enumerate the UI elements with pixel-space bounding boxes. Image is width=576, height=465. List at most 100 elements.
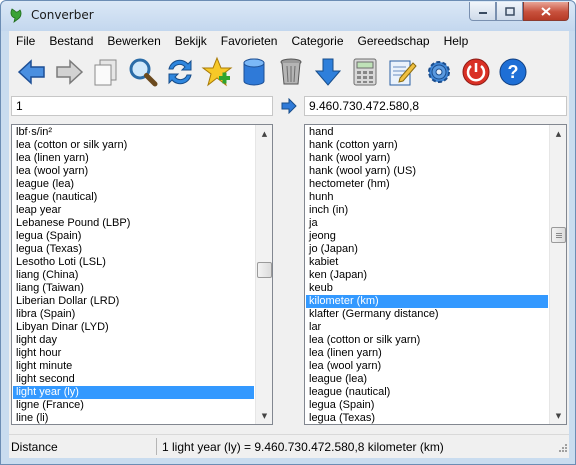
list-item[interactable]: lea (linen yarn): [13, 152, 254, 165]
to-value-output[interactable]: 9.460.730.472.580,8: [304, 96, 567, 116]
list-item[interactable]: klafter (Germany distance): [306, 308, 548, 321]
menu-bar: File Bestand Bewerken Bekijk Favorieten …: [9, 31, 569, 50]
list-item[interactable]: league (nautical): [306, 386, 548, 399]
settings-gear-icon: [427, 61, 450, 83]
from-list-scrollbar[interactable]: ▲ ▼: [255, 125, 272, 424]
list-item[interactable]: kilometer (km): [306, 295, 548, 308]
search-button[interactable]: [124, 53, 161, 91]
list-item[interactable]: legua (Spain): [13, 230, 254, 243]
list-item[interactable]: keub: [306, 282, 548, 295]
menu-bewerken[interactable]: Bewerken: [100, 31, 167, 50]
maximize-icon: [504, 6, 515, 16]
notepad-button[interactable]: [383, 53, 420, 91]
list-item[interactable]: line (li): [13, 412, 254, 424]
list-item[interactable]: Libyan Dinar (LYD): [13, 321, 254, 334]
list-item[interactable]: light year (ly): [13, 386, 254, 399]
from-unit-list[interactable]: lbf·s/in² lea (cotton or silk yarn) lea (l…: [11, 124, 273, 425]
trash-icon: [280, 58, 301, 85]
list-item[interactable]: light minute: [13, 360, 254, 373]
download-button[interactable]: [309, 53, 346, 91]
exit-button[interactable]: [457, 53, 494, 91]
list-item[interactable]: inch (in): [306, 204, 548, 217]
list-item[interactable]: league (nautical): [13, 191, 254, 204]
list-item[interactable]: kabiet: [306, 256, 548, 269]
list-item[interactable]: lea (cotton or silk yarn): [13, 139, 254, 152]
list-item[interactable]: light second: [13, 373, 254, 386]
scroll-down-arrow-icon[interactable]: ▼: [550, 407, 566, 424]
menu-categorie[interactable]: Categorie: [284, 31, 350, 50]
calculator-button[interactable]: [346, 53, 383, 91]
list-item[interactable]: Lesotho Loti (LSL): [13, 256, 254, 269]
to-unit-list[interactable]: hand hank (cotton yarn) hank (wool yarn) ha…: [304, 124, 567, 425]
list-item[interactable]: hank (wool yarn): [306, 152, 548, 165]
list-item[interactable]: light hour: [13, 347, 254, 360]
menu-bekijk[interactable]: Bekijk: [168, 31, 214, 50]
trash-button[interactable]: [272, 53, 309, 91]
menu-bestand[interactable]: Bestand: [42, 31, 100, 50]
toolbar: ?: [9, 51, 569, 93]
list-item[interactable]: ja: [306, 217, 548, 230]
list-item[interactable]: legua (Spain): [306, 399, 548, 412]
close-button[interactable]: [523, 2, 569, 21]
list-item[interactable]: jeong: [306, 230, 548, 243]
list-item[interactable]: legua (Texas): [13, 243, 254, 256]
settings-button[interactable]: [420, 53, 457, 91]
forward-button[interactable]: [50, 53, 87, 91]
database-button[interactable]: [235, 53, 272, 91]
from-unit-items: lbf·s/in² lea (cotton or silk yarn) lea (l…: [13, 126, 254, 424]
list-item[interactable]: legua (Texas): [306, 412, 548, 424]
converber-logo-icon: [10, 8, 22, 23]
list-item[interactable]: jo (Japan): [306, 243, 548, 256]
help-button[interactable]: ?: [494, 53, 531, 91]
back-button[interactable]: [13, 53, 50, 91]
list-item[interactable]: leap year: [13, 204, 254, 217]
convert-arrow-icon[interactable]: [281, 98, 297, 114]
list-item[interactable]: lea (wool yarn): [306, 360, 548, 373]
list-item[interactable]: lea (linen yarn): [306, 347, 548, 360]
minimize-button[interactable]: [469, 2, 496, 21]
from-value-input[interactable]: 1: [11, 96, 273, 116]
list-item[interactable]: league (lea): [306, 373, 548, 386]
close-icon: [541, 6, 551, 16]
scroll-down-arrow-icon[interactable]: ▼: [256, 407, 272, 424]
list-item[interactable]: hectometer (hm): [306, 178, 548, 191]
to-list-scroll-thumb[interactable]: [551, 227, 566, 243]
copy-icon: [94, 59, 116, 86]
menu-favorieten[interactable]: Favorieten: [214, 31, 285, 50]
title-bar: Converber: [1, 1, 575, 31]
power-icon: [462, 58, 489, 86]
list-item[interactable]: lar: [306, 321, 548, 334]
list-item[interactable]: hand: [306, 126, 548, 139]
list-item[interactable]: hank (wool yarn) (US): [306, 165, 548, 178]
list-item[interactable]: Lebanese Pound (LBP): [13, 217, 254, 230]
copy-button[interactable]: [87, 53, 124, 91]
list-item[interactable]: ligne (France): [13, 399, 254, 412]
list-item[interactable]: liang (Taiwan): [13, 282, 254, 295]
from-list-scroll-thumb[interactable]: [257, 262, 272, 278]
list-item[interactable]: hunh: [306, 191, 548, 204]
resize-grip-icon[interactable]: [556, 443, 568, 455]
menu-file[interactable]: File: [9, 31, 42, 50]
menu-help[interactable]: Help: [437, 31, 476, 50]
menu-gereedschap[interactable]: Gereedschap: [351, 31, 437, 50]
scroll-up-arrow-icon[interactable]: ▲: [256, 125, 272, 142]
client-area: File Bestand Bewerken Bekijk Favorieten …: [9, 31, 569, 458]
list-item[interactable]: lea (wool yarn): [13, 165, 254, 178]
list-item[interactable]: lea (cotton or silk yarn): [306, 334, 548, 347]
download-arrow-icon: [314, 58, 341, 86]
to-list-scrollbar[interactable]: ▲ ▼: [549, 125, 566, 424]
add-favorite-button[interactable]: [198, 53, 235, 91]
list-item[interactable]: Liberian Dollar (LRD): [13, 295, 254, 308]
list-item[interactable]: libra (Spain): [13, 308, 254, 321]
list-item[interactable]: light day: [13, 334, 254, 347]
scroll-up-arrow-icon[interactable]: ▲: [550, 125, 566, 142]
list-item[interactable]: lbf·s/in²: [13, 126, 254, 139]
list-item[interactable]: ken (Japan): [306, 269, 548, 282]
list-item[interactable]: hank (cotton yarn): [306, 139, 548, 152]
list-item[interactable]: liang (China): [13, 269, 254, 282]
maximize-button[interactable]: [496, 2, 523, 21]
swap-button[interactable]: [161, 53, 198, 91]
help-icon: ?: [499, 58, 526, 86]
list-item[interactable]: league (lea): [13, 178, 254, 191]
minimize-icon: [478, 12, 487, 14]
